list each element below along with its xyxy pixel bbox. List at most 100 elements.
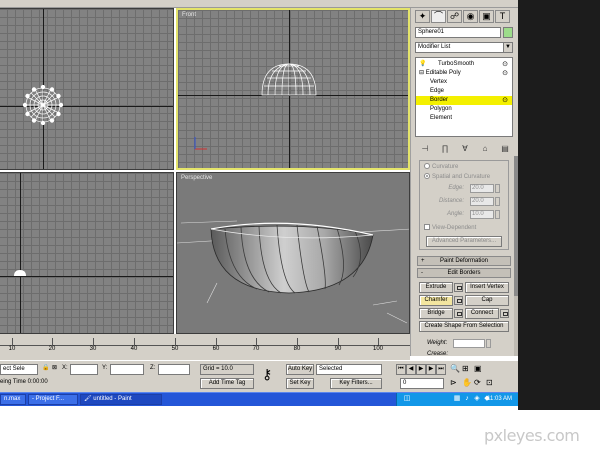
add-time-tag-button[interactable]: Add Time Tag: [200, 378, 254, 389]
edge-label: Edge:: [448, 185, 464, 191]
extrude-settings-icon[interactable]: [454, 283, 463, 292]
lock-selection-icon[interactable]: 🔒: [42, 364, 49, 373]
go-to-end-icon[interactable]: ⏭: [436, 364, 446, 375]
stack-item-element[interactable]: Element: [416, 114, 512, 123]
current-frame-input[interactable]: 0: [400, 378, 444, 389]
play-icon[interactable]: ▶: [416, 364, 426, 375]
spatial-curvature-radio[interactable]: Spatial and Curvature: [424, 173, 490, 182]
connect-settings-icon[interactable]: [500, 309, 509, 318]
set-key-button[interactable]: Set Key: [286, 378, 314, 389]
chamfer-button[interactable]: Chamfer: [419, 295, 453, 306]
viewport-label[interactable]: Front: [182, 12, 196, 18]
auto-key-button[interactable]: Auto Key: [286, 364, 314, 375]
connect-button[interactable]: Connect: [465, 308, 499, 319]
y-coord-input[interactable]: [110, 364, 144, 375]
volume-icon[interactable]: ♪: [463, 395, 471, 403]
extrude-button[interactable]: Extrude: [419, 282, 453, 293]
key-icon[interactable]: ⚷: [262, 367, 272, 381]
stack-item-border[interactable]: Border ⊙: [416, 96, 512, 105]
network-icon[interactable]: ▦: [453, 395, 461, 403]
paint-deformation-rollout[interactable]: + Paint Deformation: [417, 256, 511, 266]
object-name-field[interactable]: Sphere01: [415, 27, 501, 38]
go-to-start-icon[interactable]: ⏮: [396, 364, 406, 375]
curvature-radio[interactable]: Curvature: [424, 163, 458, 172]
stack-item-turbosmooth[interactable]: 💡 TurboSmooth ⊙: [416, 60, 512, 69]
bowl-perspective-render[interactable]: [177, 173, 410, 334]
viewport-label[interactable]: Perspective: [181, 175, 212, 181]
object-color-swatch[interactable]: [503, 27, 513, 38]
view-dependent-checkbox[interactable]: View-Dependent: [424, 224, 476, 233]
bridge-settings-icon[interactable]: [454, 309, 463, 318]
hierarchy-tab-icon[interactable]: ☍: [447, 10, 462, 23]
pan-icon[interactable]: ✋: [462, 378, 472, 387]
absolute-mode-icon[interactable]: ⊠: [52, 364, 57, 373]
advanced-parameters-button[interactable]: Advanced Parameters...: [426, 236, 502, 247]
orbit-icon[interactable]: ⟳: [474, 378, 481, 387]
stack-item-polygon[interactable]: Polygon: [416, 105, 512, 114]
modify-tab-icon[interactable]: ⌒: [431, 10, 446, 23]
utilities-tab-icon[interactable]: T: [495, 10, 510, 23]
clock[interactable]: 11:03 AM: [487, 394, 512, 404]
stack-item-vertex[interactable]: Vertex: [416, 78, 512, 87]
stack-item-edge[interactable]: Edge: [416, 87, 512, 96]
z-coord-input[interactable]: [158, 364, 190, 375]
chamfer-settings-icon[interactable]: [454, 296, 463, 305]
configure-sets-icon[interactable]: ▤: [497, 142, 513, 154]
create-shape-button[interactable]: Create Shape From Selection: [419, 321, 509, 332]
zoom-extents-icon[interactable]: ▣: [474, 364, 482, 373]
show-end-result-icon[interactable]: ⊙: [502, 60, 508, 69]
show-end-result-icon[interactable]: ⊙: [502, 69, 508, 78]
edge-spinner[interactable]: [495, 184, 500, 193]
weight-input[interactable]: [453, 339, 485, 348]
timeline-ruler[interactable]: 10 20 30 40 50 60 70 80 90 100: [0, 334, 410, 352]
dome-front-view[interactable]: [260, 62, 318, 96]
chevron-down-icon[interactable]: ▼: [503, 43, 512, 52]
remove-modifier-icon[interactable]: ⌂: [477, 142, 493, 154]
selection-count-field[interactable]: ect Sele: [0, 364, 38, 375]
x-coord-input[interactable]: [70, 364, 98, 375]
key-filters-button[interactable]: Key Filters...: [330, 378, 382, 389]
field-of-view-icon[interactable]: ⊳: [450, 378, 457, 387]
dome-left-view[interactable]: [13, 269, 27, 277]
edit-borders-rollout[interactable]: - Edit Borders: [417, 268, 511, 278]
zoom-all-icon[interactable]: ⊞: [462, 364, 469, 373]
angle-spinner[interactable]: [495, 210, 500, 219]
modifier-list-dropdown[interactable]: Modifier List ▼: [415, 42, 513, 53]
antivirus-icon[interactable]: ◈: [473, 395, 481, 403]
zoom-icon[interactable]: 🔍: [450, 364, 460, 373]
make-unique-icon[interactable]: ∀: [457, 142, 473, 154]
distance-spinner[interactable]: [495, 197, 500, 206]
motion-tab-icon[interactable]: ◉: [463, 10, 478, 23]
pin-stack-icon[interactable]: ⊣: [417, 142, 433, 154]
next-frame-icon[interactable]: ▶: [426, 364, 436, 375]
left-viewport[interactable]: [0, 172, 174, 334]
sphere-top-view[interactable]: [23, 85, 63, 125]
show-end-result-icon[interactable]: ⊙: [502, 96, 508, 105]
taskbar-item-max[interactable]: n.max: [0, 394, 26, 405]
edge-distance-input[interactable]: 20.0: [470, 184, 494, 193]
language-icon[interactable]: ◫: [403, 395, 411, 403]
bridge-button[interactable]: Bridge: [419, 308, 453, 319]
insert-vertex-button[interactable]: Insert Vertex: [465, 282, 509, 293]
key-mode-dropdown[interactable]: Selected: [316, 364, 382, 375]
distance-input[interactable]: 20.0: [470, 197, 494, 206]
angle-input[interactable]: 10.0: [470, 210, 494, 219]
top-viewport[interactable]: [0, 8, 174, 170]
taskbar-item-paint[interactable]: 🖌 untitled - Paint: [80, 394, 162, 405]
taskbar-item-project[interactable]: - Project F...: [28, 394, 78, 405]
cap-button[interactable]: Cap: [465, 295, 509, 306]
show-end-result-toggle-icon[interactable]: ∏: [437, 142, 453, 154]
stack-item-editable-poly[interactable]: ⊟ Editable Poly ⊙: [416, 69, 512, 78]
front-viewport[interactable]: Front: [176, 8, 410, 170]
display-tab-icon[interactable]: ▣: [479, 10, 494, 23]
previous-frame-icon[interactable]: ◀: [406, 364, 416, 375]
tick-label: 50: [171, 346, 179, 352]
perspective-viewport[interactable]: Perspective: [176, 172, 410, 334]
time-slider[interactable]: 10 20 30 40 50 60 70 80 90 100: [0, 334, 410, 360]
tick-label: 30: [89, 346, 97, 352]
create-tab-icon[interactable]: ✦: [415, 10, 430, 23]
weight-spinner[interactable]: [486, 339, 491, 348]
lightbulb-icon[interactable]: 💡: [419, 60, 426, 69]
maximize-viewport-icon[interactable]: ⊡: [486, 378, 493, 387]
collapse-minus-icon[interactable]: ⊟: [419, 70, 424, 76]
